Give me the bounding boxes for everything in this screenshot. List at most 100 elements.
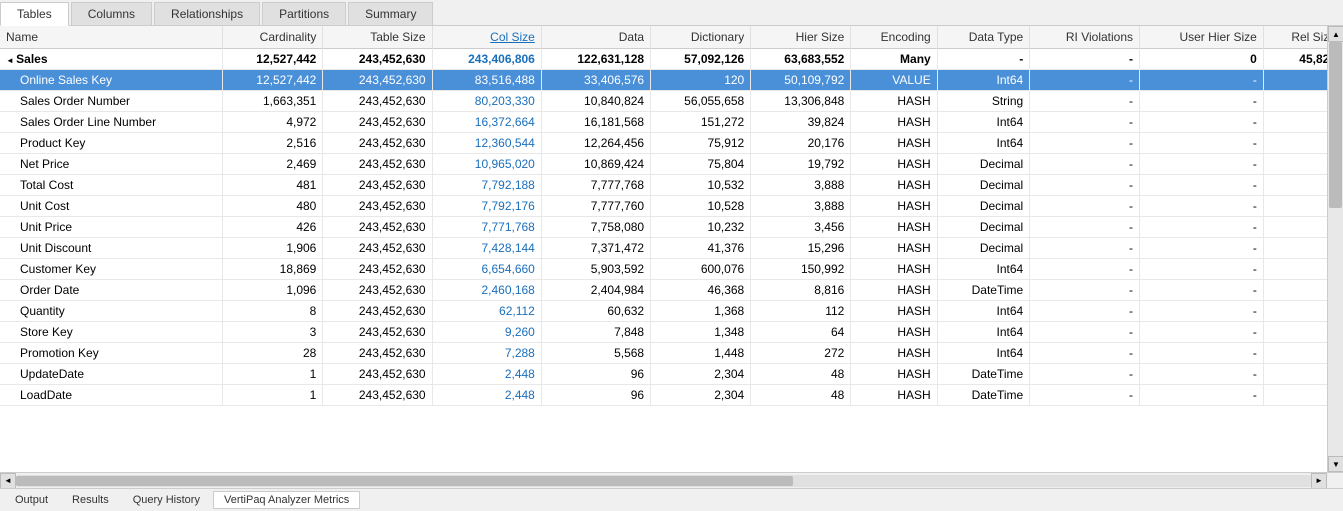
table-row[interactable]: Online Sales Key12,527,442243,452,63083,… xyxy=(0,70,1343,91)
cell-data: 122,631,128 xyxy=(541,49,650,70)
parent-row[interactable]: ◄ Sales12,527,442243,452,630243,406,8061… xyxy=(0,49,1343,70)
cell-dictionary: 1,368 xyxy=(651,301,751,322)
header-cardinality[interactable]: Cardinality xyxy=(223,26,323,49)
cell-table_size: 243,452,630 xyxy=(323,301,432,322)
scroll-left-button[interactable]: ◄ xyxy=(0,473,16,489)
header-data[interactable]: Data xyxy=(541,26,650,49)
table-row[interactable]: Sales Order Number1,663,351243,452,63080… xyxy=(0,91,1343,112)
table-row[interactable]: Product Key2,516243,452,63012,360,54412,… xyxy=(0,133,1343,154)
cell-encoding: HASH xyxy=(851,91,937,112)
cell-col_size: 83,516,488 xyxy=(432,70,541,91)
tab-tables[interactable]: Tables xyxy=(0,2,69,26)
cell-data: 96 xyxy=(541,385,650,406)
cell-data_type: Int64 xyxy=(937,301,1029,322)
tab-summary[interactable]: Summary xyxy=(348,2,433,25)
cell-ri_violations: - xyxy=(1030,259,1140,280)
cell-encoding: HASH xyxy=(851,385,937,406)
header-user_hier_size[interactable]: User Hier Size xyxy=(1140,26,1264,49)
cell-name: Total Cost xyxy=(0,175,223,196)
cell-encoding: HASH xyxy=(851,133,937,154)
cell-ri_violations: - xyxy=(1030,112,1140,133)
header-encoding[interactable]: Encoding xyxy=(851,26,937,49)
cell-hier_size: 50,109,792 xyxy=(751,70,851,91)
cell-data_type: Int64 xyxy=(937,322,1029,343)
cell-col_size: 243,406,806 xyxy=(432,49,541,70)
header-table_size[interactable]: Table Size xyxy=(323,26,432,49)
header-data_type[interactable]: Data Type xyxy=(937,26,1029,49)
table-row[interactable]: Promotion Key28243,452,6307,2885,5681,44… xyxy=(0,343,1343,364)
scroll-up-button[interactable]: ▲ xyxy=(1328,26,1343,42)
cell-user_hier_size: - xyxy=(1140,196,1264,217)
bottom-tab-results[interactable]: Results xyxy=(61,491,120,509)
cell-ri_violations: - xyxy=(1030,154,1140,175)
cell-user_hier_size: - xyxy=(1140,238,1264,259)
cell-data_type: Decimal xyxy=(937,217,1029,238)
tab-columns[interactable]: Columns xyxy=(71,2,152,25)
table-row[interactable]: LoadDate1243,452,6302,448962,30448HASHDa… xyxy=(0,385,1343,406)
table-row[interactable]: Unit Discount1,906243,452,6307,428,1447,… xyxy=(0,238,1343,259)
cell-table_size: 243,452,630 xyxy=(323,238,432,259)
cell-name: Unit Price xyxy=(0,217,223,238)
cell-col_size: 7,792,176 xyxy=(432,196,541,217)
table-row[interactable]: Net Price2,469243,452,63010,965,02010,86… xyxy=(0,154,1343,175)
cell-dictionary: 41,376 xyxy=(651,238,751,259)
header-name[interactable]: Name xyxy=(0,26,223,49)
table-row[interactable]: Store Key3243,452,6309,2607,8481,34864HA… xyxy=(0,322,1343,343)
cell-cardinality: 28 xyxy=(223,343,323,364)
scroll-track[interactable] xyxy=(1328,42,1343,456)
cell-user_hier_size: - xyxy=(1140,112,1264,133)
scroll-thumb[interactable] xyxy=(1329,42,1342,208)
cell-table_size: 243,452,630 xyxy=(323,322,432,343)
bottom-tab-query_history[interactable]: Query History xyxy=(122,491,211,509)
cell-data_type: Int64 xyxy=(937,343,1029,364)
table-row[interactable]: UpdateDate1243,452,6302,448962,30448HASH… xyxy=(0,364,1343,385)
vertical-scrollbar[interactable]: ▲ ▼ xyxy=(1327,26,1343,472)
cell-encoding: HASH xyxy=(851,175,937,196)
cell-cardinality: 8 xyxy=(223,301,323,322)
bottom-toolbar: OutputResultsQuery HistoryVertiPaq Analy… xyxy=(0,488,1343,511)
cell-user_hier_size: - xyxy=(1140,322,1264,343)
table-row[interactable]: Sales Order Line Number4,972243,452,6301… xyxy=(0,112,1343,133)
cell-col_size: 7,428,144 xyxy=(432,238,541,259)
bottom-tab-vertipaq[interactable]: VertiPaq Analyzer Metrics xyxy=(213,491,360,509)
bottom-tab-output[interactable]: Output xyxy=(4,491,59,509)
cell-cardinality: 12,527,442 xyxy=(223,49,323,70)
h-scroll-thumb[interactable] xyxy=(16,476,793,486)
scroll-right-button[interactable]: ► xyxy=(1311,473,1327,489)
cell-col_size: 62,112 xyxy=(432,301,541,322)
table-inner: NameCardinalityTable SizeCol SizeDataDic… xyxy=(0,26,1343,472)
cell-dictionary: 10,528 xyxy=(651,196,751,217)
header-ri_violations[interactable]: RI Violations xyxy=(1030,26,1140,49)
table-row[interactable]: Customer Key18,869243,452,6306,654,6605,… xyxy=(0,259,1343,280)
table-row[interactable]: Quantity8243,452,63062,11260,6321,368112… xyxy=(0,301,1343,322)
cell-name: LoadDate xyxy=(0,385,223,406)
cell-encoding: HASH xyxy=(851,217,937,238)
cell-cardinality: 2,469 xyxy=(223,154,323,175)
horizontal-scrollbar[interactable]: ◄ ► xyxy=(0,472,1343,488)
table-row[interactable]: Unit Price426243,452,6307,771,7687,758,0… xyxy=(0,217,1343,238)
expand-arrow-icon[interactable]: ◄ xyxy=(6,56,16,65)
tab-partitions[interactable]: Partitions xyxy=(262,2,346,25)
tab-bar: TablesColumnsRelationshipsPartitionsSumm… xyxy=(0,0,1343,26)
header-hier_size[interactable]: Hier Size xyxy=(751,26,851,49)
header-dictionary[interactable]: Dictionary xyxy=(651,26,751,49)
h-scroll-track[interactable] xyxy=(16,475,1311,487)
cell-ri_violations: - xyxy=(1030,133,1140,154)
cell-dictionary: 10,532 xyxy=(651,175,751,196)
table-row[interactable]: Order Date1,096243,452,6302,460,1682,404… xyxy=(0,280,1343,301)
cell-user_hier_size: - xyxy=(1140,301,1264,322)
cell-name: Quantity xyxy=(0,301,223,322)
header-col_size[interactable]: Col Size xyxy=(432,26,541,49)
cell-col_size: 7,792,188 xyxy=(432,175,541,196)
tab-relationships[interactable]: Relationships xyxy=(154,2,260,25)
table-row[interactable]: Unit Cost480243,452,6307,792,1767,777,76… xyxy=(0,196,1343,217)
cell-data: 12,264,456 xyxy=(541,133,650,154)
cell-name: UpdateDate xyxy=(0,364,223,385)
cell-data_type: Int64 xyxy=(937,112,1029,133)
cell-data: 60,632 xyxy=(541,301,650,322)
cell-user_hier_size: - xyxy=(1140,280,1264,301)
table-row[interactable]: Total Cost481243,452,6307,792,1887,777,7… xyxy=(0,175,1343,196)
cell-col_size: 16,372,664 xyxy=(432,112,541,133)
scroll-down-button[interactable]: ▼ xyxy=(1328,456,1343,472)
cell-col_size: 80,203,330 xyxy=(432,91,541,112)
